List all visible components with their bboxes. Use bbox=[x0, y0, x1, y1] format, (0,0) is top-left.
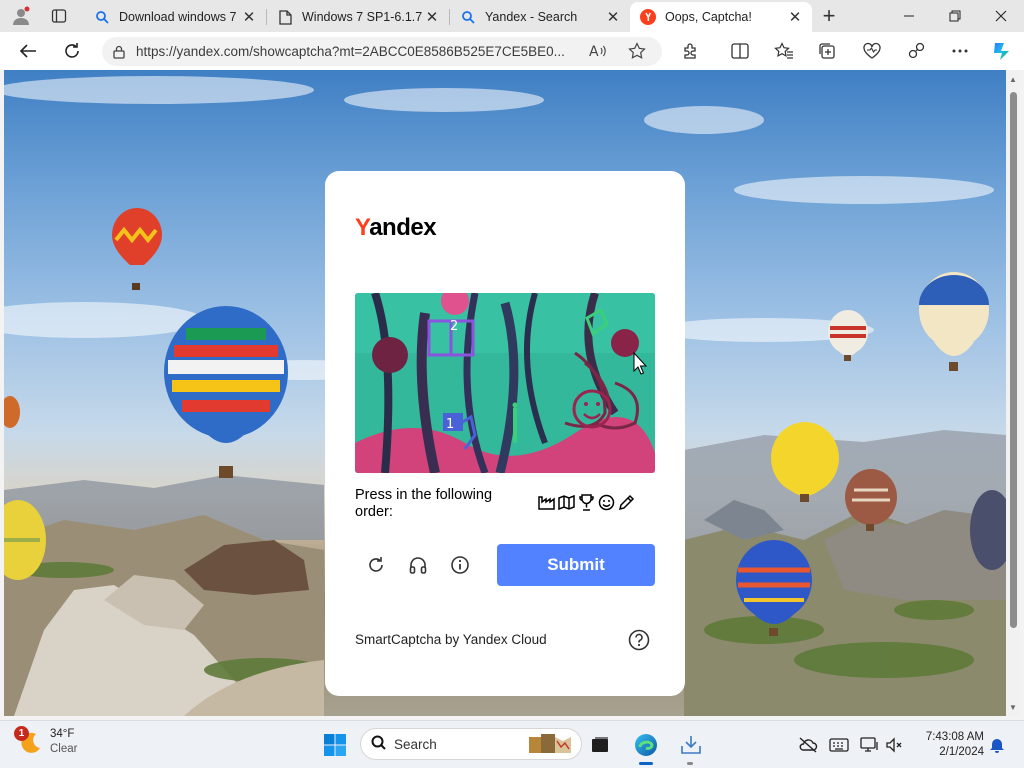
page-scrollbar[interactable]: ▲ ▼ bbox=[1006, 70, 1020, 716]
captcha-order-sequence bbox=[537, 493, 636, 512]
restore-icon[interactable] bbox=[932, 0, 978, 32]
refresh-icon[interactable] bbox=[57, 36, 87, 66]
weather-widget[interactable]: 1 34°F Clear bbox=[14, 726, 78, 757]
favorite-star-icon[interactable] bbox=[628, 42, 646, 65]
weather-moon-icon: 1 bbox=[14, 726, 44, 756]
notification-bell-icon[interactable] bbox=[987, 735, 1007, 755]
new-tab-button[interactable]: + bbox=[815, 3, 843, 29]
weather-condition: Clear bbox=[50, 743, 78, 755]
captcha-instruction: Press in the following order: bbox=[355, 487, 493, 520]
task-view-icon[interactable] bbox=[583, 729, 617, 761]
map-icon bbox=[557, 493, 576, 512]
tab-title: Oops, Captcha! bbox=[665, 10, 752, 24]
collections-icon[interactable] bbox=[812, 36, 842, 66]
weather-badge: 1 bbox=[14, 726, 29, 741]
trophy-icon bbox=[577, 493, 596, 512]
balloon bbox=[164, 306, 288, 478]
url-text[interactable]: https://yandex.com/showcaptcha?mt=2ABCC0… bbox=[136, 44, 576, 59]
taskbar-search[interactable]: Search bbox=[360, 728, 582, 760]
volume-muted-icon[interactable] bbox=[884, 735, 904, 755]
running-app-indicator bbox=[687, 762, 693, 765]
tab-title: Download windows 7 bbox=[119, 10, 237, 24]
windows-taskbar: 1 34°F Clear Search 7:43:08 AM 2/1/2024 bbox=[0, 720, 1024, 768]
weather-temperature: 34°F bbox=[50, 728, 75, 740]
logo-letter: Y bbox=[355, 214, 370, 241]
minimize-icon[interactable] bbox=[886, 0, 932, 32]
logo-text: andex bbox=[369, 214, 437, 241]
download-tray-icon[interactable] bbox=[674, 729, 708, 765]
submit-button[interactable]: Submit bbox=[497, 544, 655, 586]
smiley-icon bbox=[597, 493, 616, 512]
tab-oops-captcha[interactable]: Oops, Captcha! ✕ bbox=[630, 2, 812, 32]
close-tab-icon[interactable]: ✕ bbox=[240, 8, 258, 26]
search-highlight-icon bbox=[527, 731, 575, 760]
address-bar[interactable]: https://yandex.com/showcaptcha?mt=2ABCC0… bbox=[102, 37, 662, 66]
balloon bbox=[828, 310, 868, 361]
display-icon[interactable] bbox=[860, 735, 880, 755]
windows-start-icon[interactable] bbox=[318, 729, 352, 761]
help-icon[interactable] bbox=[628, 629, 650, 651]
performance-icon[interactable] bbox=[901, 36, 931, 66]
extensions-icon[interactable] bbox=[676, 36, 706, 66]
puzzle-label-2: 2 bbox=[450, 319, 458, 334]
more-options-icon[interactable] bbox=[945, 36, 975, 66]
search-icon bbox=[371, 735, 386, 753]
search-icon bbox=[460, 9, 476, 25]
factory-icon bbox=[537, 493, 556, 512]
lock-icon[interactable] bbox=[102, 45, 136, 59]
search-icon bbox=[94, 9, 110, 25]
back-icon[interactable] bbox=[13, 36, 43, 66]
split-screen-icon[interactable] bbox=[725, 36, 755, 66]
edge-browser-icon[interactable] bbox=[629, 729, 663, 765]
tab-yandex-search[interactable]: Yandex - Search ✕ bbox=[450, 2, 630, 32]
captcha-footer-text: SmartCaptcha by Yandex Cloud bbox=[355, 632, 547, 647]
pencil-icon bbox=[617, 493, 636, 512]
browser-essentials-icon[interactable] bbox=[857, 36, 887, 66]
puzzle-label-1: 1 bbox=[446, 417, 454, 432]
tab-actions-icon[interactable] bbox=[44, 3, 74, 29]
close-tab-icon[interactable]: ✕ bbox=[604, 8, 622, 26]
clock-date: 2/1/2024 bbox=[939, 746, 984, 758]
refresh-captcha-icon[interactable] bbox=[363, 552, 389, 578]
scroll-up-icon[interactable]: ▲ bbox=[1008, 74, 1018, 84]
captcha-puzzle-image[interactable]: 2 1 bbox=[355, 293, 655, 473]
close-tab-icon[interactable]: ✕ bbox=[786, 8, 804, 26]
tab-download-windows[interactable]: Download windows 7 ✕ bbox=[84, 2, 266, 32]
copilot-icon[interactable] bbox=[987, 36, 1017, 66]
captcha-card: Yandex 2 1 Press in the following order:… bbox=[325, 171, 685, 696]
balloon bbox=[919, 272, 989, 371]
info-icon[interactable] bbox=[447, 552, 473, 578]
tab-title: Yandex - Search bbox=[485, 10, 578, 24]
keyboard-icon[interactable] bbox=[829, 735, 849, 755]
yandex-logo-icon bbox=[640, 9, 656, 25]
profile-icon[interactable] bbox=[6, 3, 36, 29]
svg-text:A: A bbox=[589, 44, 599, 59]
read-aloud-icon[interactable]: A bbox=[589, 43, 607, 64]
balloon bbox=[4, 396, 20, 428]
clock-time: 7:43:08 AM bbox=[925, 731, 984, 743]
close-window-icon[interactable] bbox=[978, 0, 1024, 32]
browser-toolbar: https://yandex.com/showcaptcha?mt=2ABCC0… bbox=[0, 32, 1024, 70]
system-clock[interactable]: 7:43:08 AM 2/1/2024 bbox=[912, 730, 984, 760]
tab-strip: Download windows 7 ✕ Windows 7 SP1-6.1.7… bbox=[0, 0, 1024, 32]
active-app-indicator bbox=[639, 762, 653, 765]
balloon bbox=[112, 208, 162, 290]
favorites-icon[interactable] bbox=[769, 36, 799, 66]
tab-title: Windows 7 SP1-6.1.76 bbox=[302, 10, 423, 24]
scrollbar-thumb[interactable] bbox=[1010, 92, 1017, 628]
tab-windows7-sp1[interactable]: Windows 7 SP1-6.1.76 ✕ bbox=[267, 2, 449, 32]
scroll-down-icon[interactable]: ▼ bbox=[1008, 702, 1018, 712]
onedrive-off-icon[interactable] bbox=[798, 735, 818, 755]
search-label: Search bbox=[394, 736, 437, 752]
close-tab-icon[interactable]: ✕ bbox=[423, 8, 441, 26]
audio-captcha-icon[interactable] bbox=[405, 552, 431, 578]
yandex-logo: Yandex bbox=[355, 214, 437, 242]
page-icon bbox=[277, 9, 293, 25]
